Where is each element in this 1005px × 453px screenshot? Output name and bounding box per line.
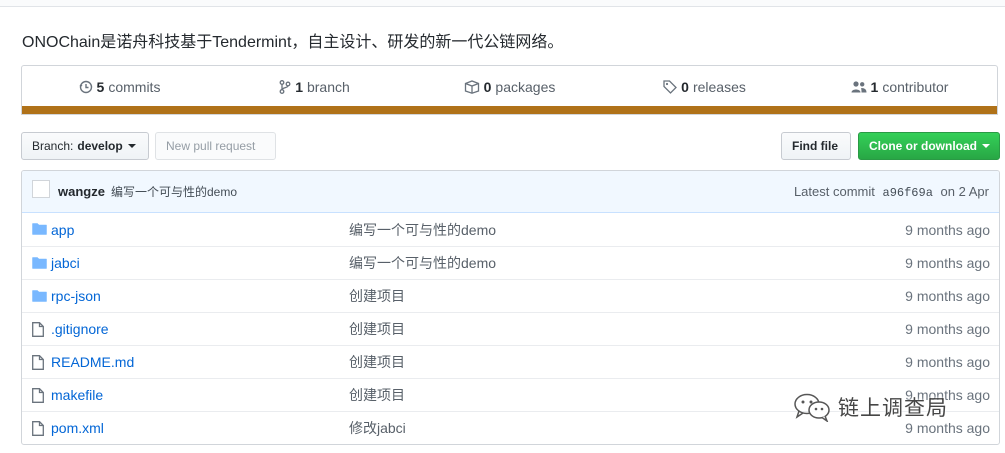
file-age: 9 months ago <box>905 354 990 370</box>
file-age: 9 months ago <box>905 255 990 271</box>
file-icon <box>32 355 44 370</box>
commit-message[interactable]: 编写一个可与性的demo <box>111 183 237 200</box>
file-icon-wrap <box>32 355 44 373</box>
packages-link[interactable]: 0 packages <box>412 79 607 95</box>
file-commit-message[interactable]: 创建项目 <box>349 286 405 306</box>
file-commit-message[interactable]: 编写一个可与性的demo <box>349 220 496 240</box>
packages-count: 0 <box>483 79 492 95</box>
folder-icon-wrap <box>32 289 47 305</box>
avatar[interactable] <box>32 179 50 198</box>
file-name-link[interactable]: makefile <box>51 387 103 403</box>
file-name-link[interactable]: jabci <box>51 255 80 271</box>
packages-label: packages <box>495 79 556 95</box>
contributors-link[interactable]: 1 contributor <box>802 79 997 95</box>
commits-count: 5 <box>96 79 105 95</box>
releases-label: releases <box>692 79 746 95</box>
commit-tease: wangze 编写一个可与性的demo Latest commit a96f69… <box>22 171 999 213</box>
folder-icon-wrap <box>32 222 47 238</box>
branches-label: branch <box>306 79 350 95</box>
contributors-label: contributor <box>882 79 949 95</box>
folder-icon <box>32 257 47 269</box>
clone-label: Clone or download <box>869 139 977 153</box>
file-age: 9 months ago <box>905 221 990 238</box>
language-bar[interactable] <box>22 106 997 114</box>
file-commit-message[interactable]: 编写一个可与性的demo <box>349 253 496 273</box>
watermark-text: 链上调查局 <box>838 397 948 420</box>
releases-count: 0 <box>681 79 689 95</box>
commit-author[interactable]: wangze <box>58 184 105 199</box>
commit-sha[interactable]: a96f69a <box>883 186 933 200</box>
commits-label: commits <box>108 79 161 95</box>
file-name-link[interactable]: rpc-json <box>51 288 101 304</box>
branch-prefix: Branch: <box>32 139 74 153</box>
file-name-link[interactable]: pom.xml <box>51 420 104 436</box>
releases-link[interactable]: 0 releases <box>607 79 802 95</box>
chevron-down-icon <box>982 144 990 148</box>
file-row: README.md 创建项目 9 months ago <box>22 345 999 378</box>
file-icon <box>32 322 44 337</box>
watermark: 链上调查局 <box>792 392 948 422</box>
contributors-count: 1 <box>870 79 879 95</box>
folder-icon <box>32 223 47 235</box>
file-age: 9 months ago <box>905 288 990 304</box>
numbers-summary: 5 commits 1 branch 0 packages 0 releases… <box>21 65 998 115</box>
clone-download-button[interactable]: Clone or download <box>858 132 1000 160</box>
latest-commit-info: Latest commit a96f69a on 2 Apr <box>794 184 989 200</box>
file-row: rpc-json 创建项目 9 months ago <box>22 279 999 312</box>
folder-icon-wrap <box>32 256 47 272</box>
branches-link[interactable]: 1 branch <box>217 79 412 95</box>
commit-date: 2 Apr <box>958 183 989 199</box>
file-commit-message[interactable]: 创建项目 <box>349 385 405 405</box>
file-row: app 编写一个可与性的demo 9 months ago <box>22 213 999 246</box>
file-icon <box>32 388 44 403</box>
file-name-link[interactable]: app <box>51 222 74 238</box>
file-icon-wrap <box>32 322 44 340</box>
file-commit-message[interactable]: 创建项目 <box>349 319 405 339</box>
latest-commit-label: Latest commit <box>793 183 875 199</box>
people-icon <box>851 81 867 93</box>
branch-select-button[interactable]: Branch: develop <box>21 132 149 160</box>
file-row: .gitignore 创建项目 9 months ago <box>22 312 999 345</box>
folder-icon <box>32 290 47 302</box>
wechat-icon <box>794 393 830 422</box>
chevron-down-icon <box>127 144 136 148</box>
new-pull-request-button[interactable]: New pull request <box>155 132 276 160</box>
branch-name: develop <box>77 139 123 153</box>
tag-icon <box>663 80 678 94</box>
commit-on: on <box>940 183 956 199</box>
file-icon-wrap <box>32 421 44 439</box>
find-file-button[interactable]: Find file <box>781 132 851 160</box>
commits-link[interactable]: 5 commits <box>22 79 217 95</box>
file-name-link[interactable]: README.md <box>51 354 134 370</box>
file-commit-message[interactable]: 创建项目 <box>349 352 405 372</box>
file-icon-wrap <box>32 388 44 406</box>
package-icon <box>464 80 479 94</box>
file-icon <box>32 421 44 436</box>
file-commit-message[interactable]: 修改jabci <box>349 418 406 438</box>
file-row: jabci 编写一个可与性的demo 9 months ago <box>22 246 999 279</box>
repo-description: ONOChain是诺舟科技基于Tendermint，自主设计、研发的新一代公链网… <box>22 34 564 51</box>
history-icon <box>79 80 92 94</box>
file-age: 9 months ago <box>905 321 990 337</box>
page-top-divider <box>0 0 1005 7</box>
file-age: 9 months ago <box>905 420 990 436</box>
branches-count: 1 <box>295 79 303 95</box>
file-name-link[interactable]: .gitignore <box>51 321 109 337</box>
branch-icon <box>279 80 291 94</box>
